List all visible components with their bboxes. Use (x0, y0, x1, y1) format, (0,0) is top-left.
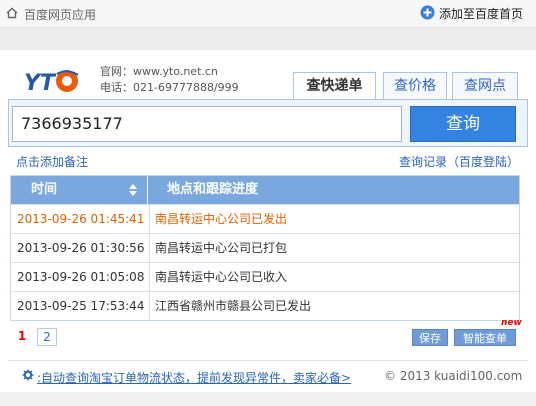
page-2[interactable]: 2 (37, 328, 57, 346)
taobao-tracking-promo-link[interactable]: :自动查询淘宝订单物流状态，提前发现异常件，卖家必备> (37, 369, 351, 386)
query-history-link[interactable]: 查询记录（百度登陆） (399, 153, 519, 170)
svg-text:YT: YT (24, 71, 57, 96)
table-row: 2013-09-26 01:30:56 南昌转运中心公司已打包 (11, 233, 519, 262)
row-time: 2013-09-25 17:53:44 (17, 299, 145, 313)
query-button[interactable]: 查询 (410, 106, 516, 142)
phone-text: 电话：021-69777888/999 (100, 81, 239, 94)
tab-price[interactable]: 查价格 (383, 72, 447, 100)
copyright-text: © 2013 kuaidi100.com (384, 369, 523, 383)
row-time: 2013-09-26 01:30:56 (17, 241, 145, 255)
row-status: 江西省赣州市赣县公司已发出 (149, 292, 519, 320)
separator-band (0, 28, 536, 50)
row-status: 南昌转运中心公司已发出 (149, 205, 519, 233)
row-time: 2013-09-26 01:05:08 (17, 270, 145, 284)
time-column-header[interactable]: 时间 (11, 176, 148, 204)
table-row: 2013-09-26 01:05:08 南昌转运中心公司已收入 (11, 262, 519, 291)
table-row: 2013-09-25 17:53:44 江西省赣州市赣县公司已发出 (11, 291, 519, 320)
page-1[interactable]: 1 (12, 328, 32, 346)
bottom-strip (0, 392, 536, 406)
tab-track-parcel[interactable]: 查快递单 (293, 72, 376, 100)
location-column-header: 地点和跟踪进度 (167, 182, 259, 197)
tracking-number-input[interactable]: 7366935177 (12, 106, 402, 142)
add-plus-icon[interactable] (420, 5, 435, 20)
new-badge: new (501, 318, 522, 328)
table-header: 时间 地点和跟踪进度 (11, 176, 519, 204)
smart-query-button[interactable]: 智能查单 (454, 329, 516, 346)
yto-logo: YT (24, 70, 79, 96)
row-status: 南昌转运中心公司已打包 (149, 234, 519, 262)
tab-outlets[interactable]: 查网点 (452, 72, 518, 100)
row-status: 南昌转运中心公司已收入 (149, 263, 519, 291)
top-bar: 百度网页应用 添加至百度首页 (0, 0, 536, 28)
sort-icon[interactable] (128, 183, 138, 197)
home-icon[interactable] (6, 7, 18, 19)
tracking-table: 时间 地点和跟踪进度 2013-09-26 01:45:41 南昌转运中心公司已… (10, 175, 520, 321)
gear-icon (22, 369, 34, 381)
save-button[interactable]: 保存 (412, 329, 448, 346)
table-row: 2013-09-26 01:45:41 南昌转运中心公司已发出 (11, 204, 519, 233)
add-note-link[interactable]: 点击添加备注 (16, 153, 88, 170)
app-title: 百度网页应用 (24, 8, 97, 22)
website-text: 官网：www.yto.net.cn (100, 65, 218, 78)
add-to-homepage-link[interactable]: 添加至百度首页 (439, 5, 523, 22)
row-time: 2013-09-26 01:45:41 (17, 212, 145, 226)
site-info: 官网：www.yto.net.cn 电话：021-69777888/999 (100, 64, 239, 96)
footer-divider (8, 360, 528, 361)
